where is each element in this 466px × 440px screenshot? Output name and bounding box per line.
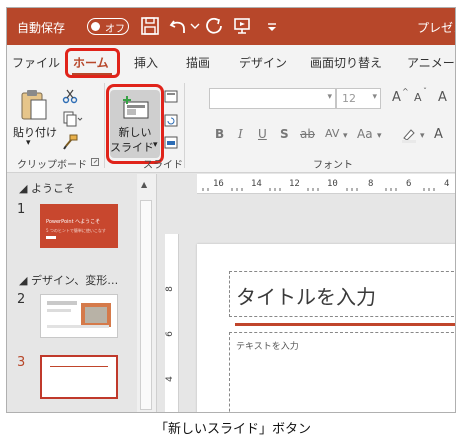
customize-toolbar-icon[interactable] [261,15,283,37]
collapse-triangle-icon: ◢ [19,274,31,287]
bold-button[interactable]: B [215,127,224,141]
slide-number: 2 [17,292,26,307]
slide-canvas[interactable]: タイトルを入力 テキストを入力 [197,244,455,412]
copy-icon[interactable] [62,111,84,127]
slide-number: 3 [17,355,26,370]
thumbnail-image-icon [47,301,111,328]
grow-font-caret: ^ [402,87,409,96]
thumbnail-scrollbar[interactable]: ▲ [137,174,157,412]
highlight-pen-icon[interactable] [400,127,418,143]
paste-dropdown-arrow[interactable]: ▾ [26,138,31,148]
scroll-track[interactable] [140,200,152,410]
section-icon[interactable] [164,136,180,150]
redo-icon[interactable] [203,15,225,37]
font-color-button[interactable]: A [434,127,443,142]
body-placeholder-text: テキストを入力 [236,342,299,352]
slide-thumbnail[interactable] [40,294,118,338]
present-from-start-icon[interactable] [231,15,253,37]
ruler-tick-label: 4 [164,376,175,382]
ribbon-home: 貼り付け ▾ クリップボード 新しい スライド ▾ スライド ▾ 12 ▾ A … [7,78,455,173]
font-size-combo[interactable]: 12 ▾ [336,88,381,109]
layout-icon[interactable] [164,90,180,104]
clipboard-launcher-icon[interactable] [91,158,99,166]
body-placeholder[interactable]: テキストを入力 [229,332,455,412]
tab-draw[interactable]: 描画 [186,54,210,71]
section-title: デザイン、変形… [30,274,119,287]
italic-button[interactable]: I [238,127,243,141]
section-header[interactable]: ◢ デザイン、変形… [19,272,118,288]
change-case-button[interactable]: Aa [357,127,373,141]
shadow-button[interactable]: S [280,127,289,141]
slide-thumbnail[interactable]: PowerPoint へようこそ 5 つのヒントで簡単に使いこなす [40,204,118,248]
ribbon-tabs: ファイル ホーム 挿入 描画 デザイン 画面切り替え アニメーシ [7,45,455,78]
thumbnail-subtitle: 5 つのヒントで簡単に使いこなす [46,228,106,233]
figure-caption: 「新しいスライド」ボタン [154,422,311,437]
document-title: プレゼンテ [417,21,455,35]
cut-icon[interactable] [62,88,78,104]
shrink-font-caret: ˇ [423,87,427,96]
clipboard-group-label: クリップボード [17,160,87,171]
font-size-dropdown-arrow: ▾ [372,92,377,102]
grow-font-button[interactable]: A [392,90,401,105]
autosave-label: 自動保存 [17,21,66,35]
powerpoint-window: 自動保存 オフ プレゼンテ ファイル ホーム 挿入 描画 デザ [6,7,456,413]
group-separator [184,83,185,168]
title-bar: 自動保存 オフ プレゼンテ [7,8,455,45]
paste-button-label[interactable]: 貼り付け [13,124,57,140]
slide-editing-area: 16 14 12 10 8 6 4 8 6 4 タイトルを入力 テキストを入力 [157,174,455,412]
section-header[interactable]: ◢ ようこそ [19,180,75,196]
autosave-toggle[interactable]: オフ [87,18,129,35]
change-case-dropdown-arrow[interactable]: ▾ [377,131,382,141]
tab-design[interactable]: デザイン [239,54,287,71]
character-spacing-dropdown-arrow[interactable]: ▾ [343,131,348,141]
collapse-triangle-icon: ◢ [19,182,31,195]
strikethrough-button[interactable]: ab [300,127,315,141]
format-painter-icon[interactable] [62,134,78,150]
home-tab-highlight [65,48,120,78]
font-name-dropdown-arrow: ▾ [327,92,332,102]
slide-number: 1 [17,202,26,217]
thumbnail-title: PowerPoint へようこそ [46,219,101,225]
tab-file[interactable]: ファイル [12,54,60,71]
group-separator [104,83,105,168]
tab-insert[interactable]: 挿入 [134,54,158,71]
title-accent-line [235,323,455,326]
ruler-tick-label: 6 [164,331,175,337]
title-placeholder[interactable]: タイトルを入力 [229,271,455,317]
thumbnail-button-shape [46,236,56,239]
paste-icon[interactable] [19,88,49,122]
font-group-label: フォント [313,160,353,171]
highlight-dropdown-arrow[interactable]: ▾ [420,131,425,141]
ruler-tick-label: 8 [164,286,175,292]
section-title: ようこそ [30,182,75,195]
scroll-up-arrow-icon[interactable]: ▲ [141,180,147,189]
autosave-state: オフ [105,24,125,35]
underline-button[interactable]: U [258,127,267,141]
new-slide-highlight [106,84,164,164]
slide-thumbnail-panel: ◢ ようこそ 1 PowerPoint へようこそ 5 つのヒントで簡単に使いこ… [7,174,137,412]
toggle-knob [91,22,100,31]
reset-slide-icon[interactable] [164,114,180,128]
thumbnail-title-line [50,366,108,367]
font-size-value: 12 [342,92,356,105]
vertical-ruler[interactable]: 8 6 4 [164,234,179,412]
save-icon[interactable] [139,15,161,37]
slide-thumbnail-selected[interactable] [40,355,118,399]
tab-transitions[interactable]: 画面切り替え [310,54,382,71]
shrink-font-button[interactable]: A [414,91,422,104]
slides-group-label: スライド [143,160,183,171]
horizontal-ruler[interactable]: 16 14 12 10 8 6 4 [197,174,455,194]
title-placeholder-text: タイトルを入力 [236,285,376,309]
font-name-combo[interactable]: ▾ [209,88,336,109]
character-spacing-button[interactable]: AV [325,127,339,140]
clear-formatting-button[interactable]: A [438,90,447,105]
ruler-ticks [202,188,435,191]
tab-animations[interactable]: アニメーシ [407,54,455,71]
